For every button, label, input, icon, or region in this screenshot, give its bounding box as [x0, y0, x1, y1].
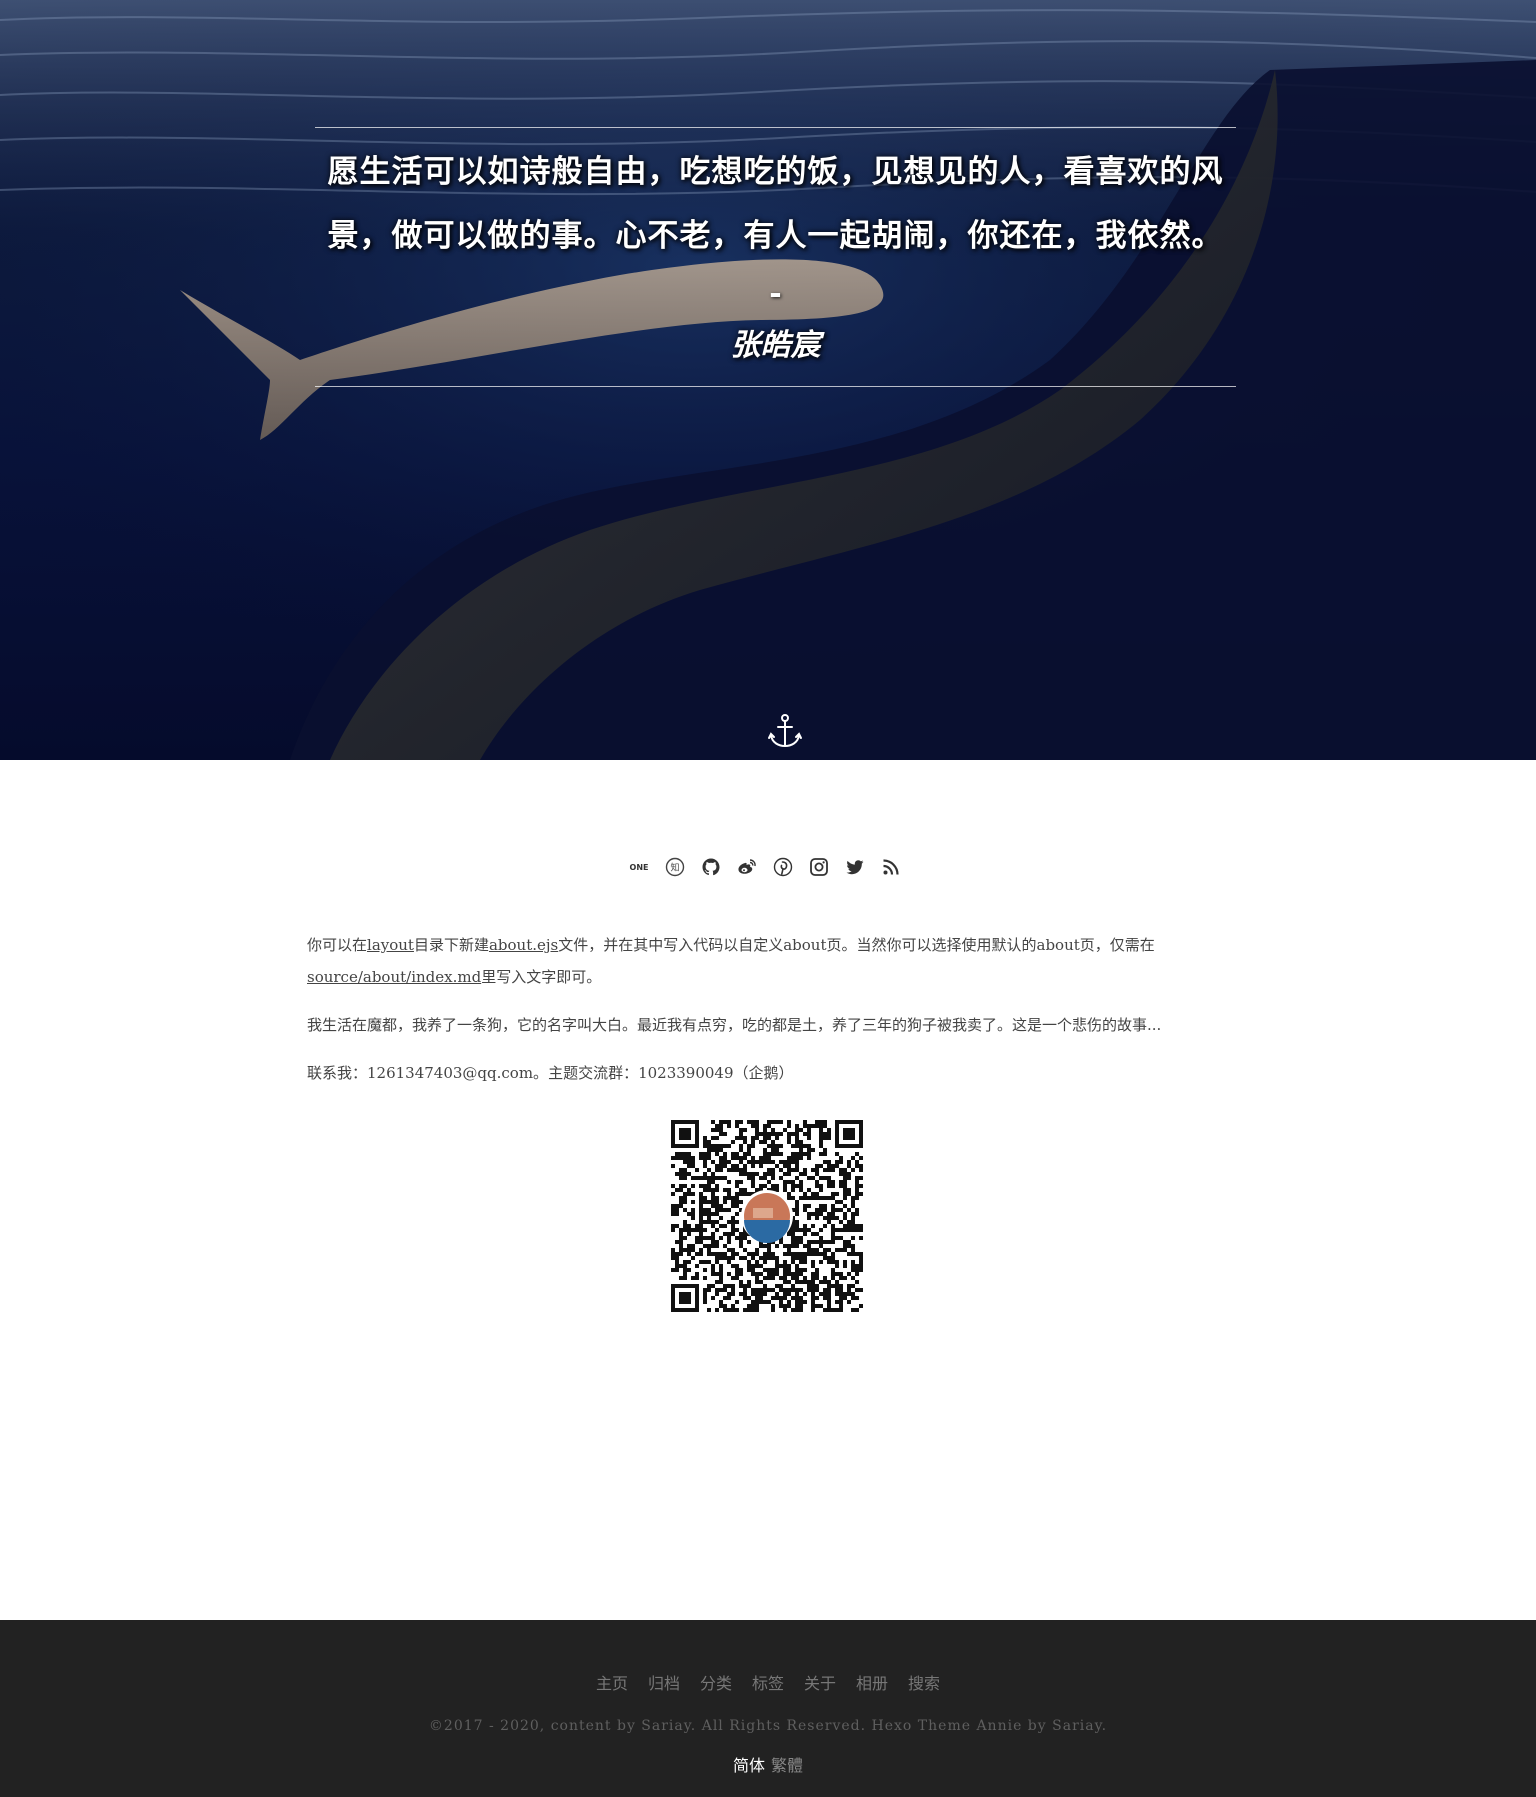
- layout-link[interactable]: layout: [367, 936, 414, 954]
- quote-block: 愿生活可以如诗般自由，吃想吃的饭，见想见的人，看喜欢的风景，做可以做的事。心不老…: [315, 127, 1236, 387]
- text-segment: 文件，并在其中写入代码以自定义about页。当然你可以选择使用默认的about页…: [558, 936, 1155, 954]
- pinterest-icon[interactable]: [772, 856, 794, 878]
- footer-nav: 主页 归档 分类 标签 关于 相册 搜索: [0, 1670, 1536, 1694]
- index-md-link[interactable]: source/about/index.md: [307, 968, 481, 986]
- github-icon[interactable]: [700, 856, 722, 878]
- footer-nav-categories[interactable]: 分类: [700, 1670, 732, 1694]
- footer-nav-home[interactable]: 主页: [596, 1670, 628, 1694]
- zhihu-icon[interactable]: 知: [664, 856, 686, 878]
- about-paragraph-2: 我生活在魔都，我养了一条狗，它的名字叫大白。最近我有点穷，吃的都是土，养了三年的…: [307, 1016, 1162, 1034]
- rss-icon[interactable]: [880, 856, 902, 878]
- about-paragraph-1: 你可以在layout目录下新建about.ejs文件，并在其中写入代码以自定义a…: [307, 929, 1232, 993]
- text-segment: 目录下新建: [413, 936, 489, 954]
- quote-dash: -: [769, 276, 782, 311]
- text-segment: 里写入文字即可。: [481, 968, 602, 986]
- one-icon[interactable]: ONE: [628, 856, 650, 878]
- language-switch: 简体 繁體: [0, 1752, 1536, 1776]
- text-segment: 你可以在: [307, 936, 368, 954]
- about-paragraph-3: 联系我：1261347403@qq.com。主题交流群：1023390049（企…: [307, 1064, 794, 1082]
- svg-text:ONE: ONE: [630, 863, 649, 872]
- footer-nav-gallery[interactable]: 相册: [856, 1670, 888, 1694]
- svg-text:知: 知: [670, 862, 679, 874]
- footer-nav-archives[interactable]: 归档: [648, 1670, 680, 1694]
- hero-banner: 愿生活可以如诗般自由，吃想吃的饭，见想见的人，看喜欢的风景，做可以做的事。心不老…: [0, 0, 1536, 760]
- quote-author: 张皓宸: [730, 328, 821, 363]
- weibo-icon[interactable]: [736, 856, 758, 878]
- about-ejs-link[interactable]: about.ejs: [489, 936, 558, 954]
- lang-traditional-button[interactable]: 繁體: [771, 1752, 803, 1776]
- footer: 主页 归档 分类 标签 关于 相册 搜索 ©2017 - 2020, conte…: [0, 1620, 1536, 1797]
- footer-nav-tags[interactable]: 标签: [752, 1670, 784, 1694]
- twitter-icon[interactable]: [844, 856, 866, 878]
- instagram-icon[interactable]: [808, 856, 830, 878]
- quote-text: 愿生活可以如诗般自由，吃想吃的饭，见想见的人，看喜欢的风景，做可以做的事。心不老…: [327, 154, 1224, 254]
- about-content: 你可以在layout目录下新建about.ejs文件，并在其中写入代码以自定义a…: [307, 929, 1232, 1105]
- qr-code-image: [671, 1120, 863, 1312]
- footer-nav-search[interactable]: 搜索: [908, 1670, 940, 1694]
- lang-simplified-button[interactable]: 简体: [733, 1752, 765, 1776]
- copyright-text: ©2017 - 2020, content by Sariay. All Rig…: [428, 1718, 1108, 1734]
- footer-nav-about[interactable]: 关于: [804, 1670, 836, 1694]
- social-links: ONE 知: [628, 856, 902, 882]
- anchor-icon[interactable]: [766, 712, 804, 750]
